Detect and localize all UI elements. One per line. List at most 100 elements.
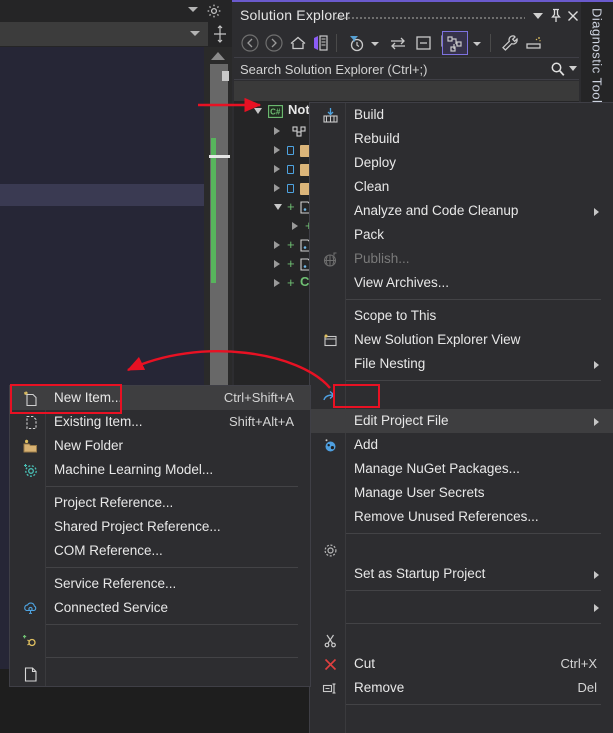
menu-item-build[interactable]: Build — [310, 103, 613, 127]
solution-explorer-options-icon[interactable] — [522, 31, 546, 55]
submenu-item-label: New Folder — [54, 438, 124, 453]
menu-item-label: Remove Unused References... — [354, 509, 539, 524]
menu-separator — [346, 299, 601, 300]
submenu-item-shared-project-reference[interactable]: Shared Project Reference... — [10, 515, 310, 539]
menu-separator — [346, 704, 601, 705]
add-submenu[interactable]: New Item... Ctrl+Shift+A Existing Item..… — [10, 386, 310, 686]
menu-item-view-archives[interactable]: View Archives... — [310, 271, 613, 295]
project-context-menu[interactable]: Build Rebuild Deploy Clean Analyze and C… — [310, 103, 613, 733]
globe-publish-icon — [322, 251, 339, 268]
menu-item-label: Add — [354, 437, 379, 452]
submenu-item-new-folder[interactable]: New Folder — [10, 434, 310, 458]
submenu-item-label: Service Reference... — [54, 576, 177, 591]
titlebar-dotted-separator — [335, 16, 525, 19]
preview-selected-items-button[interactable] — [442, 31, 468, 55]
diagnostic-tools-label: Diagnostic Tools — [589, 8, 605, 111]
chevron-down-icon[interactable] — [533, 13, 543, 19]
sync-with-active-document-icon[interactable] — [308, 31, 332, 55]
menu-item-label: Deploy — [354, 155, 397, 170]
menu-item-add[interactable]: Edit Project File — [310, 409, 613, 433]
home-icon[interactable] — [286, 31, 310, 55]
annotation-box-add — [333, 384, 380, 408]
menu-item-new-solution-explorer-view[interactable]: New Solution Explorer View — [310, 328, 613, 352]
menu-item-debug[interactable]: Set as Startup Project — [310, 562, 613, 586]
submenu-separator — [46, 624, 298, 625]
editor-dropdown-caret-icon[interactable] — [188, 7, 198, 12]
rename-icon — [322, 680, 339, 697]
search-icon[interactable] — [550, 61, 566, 77]
submenu-item-shortcut: Shift+Alt+A — [228, 414, 294, 429]
class-icon — [22, 633, 39, 650]
menu-item-git[interactable] — [310, 595, 613, 619]
menu-item-rename[interactable]: Remove Del — [310, 676, 613, 700]
submenu-item-class[interactable] — [10, 629, 310, 653]
submenu-item-label: Connected Service — [54, 600, 169, 615]
menu-item-set-as-startup-project[interactable] — [310, 538, 613, 562]
menu-item-sync-namespaces[interactable]: Remove Unused References... — [310, 505, 613, 529]
annotation-box-new-item — [10, 384, 122, 414]
forward-icon[interactable] — [262, 31, 286, 55]
nuget-icon — [322, 437, 339, 454]
close-icon[interactable] — [566, 8, 580, 24]
ml-model-icon — [22, 462, 39, 479]
submenu-separator — [46, 486, 298, 487]
menu-item-label: Remove — [354, 680, 405, 695]
menu-item-manage-user-secrets[interactable]: Manage NuGet Packages... — [310, 457, 613, 481]
navigation-dropdown[interactable] — [0, 22, 208, 46]
split-editor-icon[interactable] — [208, 22, 232, 46]
submenu-item-connected-service[interactable]: Connected Service — [10, 596, 310, 620]
submenu-item-shortcut: Ctrl+Shift+A — [223, 390, 294, 405]
submenu-item-label: Shared Project Reference... — [54, 519, 221, 534]
refresh-icon[interactable] — [386, 31, 410, 55]
menu-item-pack[interactable]: Pack — [310, 223, 613, 247]
menu-item-deploy[interactable]: Deploy — [310, 151, 613, 175]
menu-item-cut[interactable] — [310, 628, 613, 652]
menu-item-remove-unused-references[interactable]: Manage User Secrets — [310, 481, 613, 505]
submenu-arrow-icon — [594, 604, 599, 612]
menu-item-label: Build — [354, 107, 385, 122]
menu-item-label: Clean — [354, 179, 390, 194]
scroll-up-arrow-icon[interactable] — [211, 52, 225, 60]
filter-dropdown-caret-icon[interactable] — [368, 31, 382, 55]
back-icon[interactable] — [238, 31, 262, 55]
connected-service-icon — [22, 600, 39, 617]
search-options-caret-icon[interactable] — [569, 66, 577, 71]
menu-item-label: Analyze and Code Cleanup — [354, 203, 519, 218]
menu-item-scope-to-this[interactable]: Scope to This — [310, 304, 613, 328]
menu-item-publish: Publish... — [310, 247, 613, 271]
menu-item-rebuild[interactable]: Rebuild — [310, 127, 613, 151]
menu-separator — [346, 380, 601, 381]
submenu-item-machine-learning-model[interactable]: Machine Learning Model... — [10, 458, 310, 482]
view-dropdown-caret-icon[interactable] — [470, 31, 484, 55]
x-red-icon — [322, 656, 339, 673]
menu-item-manage-nuget-packages[interactable]: Add — [310, 433, 613, 457]
tree-item-project-row[interactable] — [234, 81, 579, 101]
menu-item-unload-project[interactable] — [310, 709, 613, 733]
pin-icon[interactable] — [549, 8, 563, 24]
submenu-item-new-editorconfig[interactable] — [10, 662, 310, 686]
submenu-separator — [46, 567, 298, 568]
menu-item-file-nesting[interactable]: File Nesting — [310, 352, 613, 376]
submenu-item-com-reference[interactable]: COM Reference... — [10, 539, 310, 563]
menu-item-label: Manage NuGet Packages... — [354, 461, 520, 476]
navigation-caret-icon[interactable] — [190, 31, 200, 36]
submenu-separator — [46, 657, 298, 658]
menu-item-clean[interactable]: Clean — [310, 175, 613, 199]
build-icon — [322, 107, 339, 124]
menu-item-label: New Solution Explorer View — [354, 332, 521, 347]
gear-icon[interactable] — [206, 3, 222, 19]
submenu-arrow-icon — [594, 418, 599, 426]
properties-wrench-icon[interactable] — [498, 31, 522, 55]
menu-item-remove[interactable]: Cut Ctrl+X — [310, 652, 613, 676]
menu-item-analyze-and-code-cleanup[interactable]: Analyze and Code Cleanup — [310, 199, 613, 223]
dependencies-icon — [292, 126, 306, 137]
menu-item-label: Pack — [354, 227, 385, 242]
menu-item-label: Scope to This — [354, 308, 437, 323]
collapse-all-icon[interactable] — [412, 31, 436, 55]
menu-item-label: Set as Startup Project — [354, 566, 486, 581]
scrollbar-marker — [222, 71, 229, 81]
submenu-item-project-reference[interactable]: Project Reference... — [10, 491, 310, 515]
pending-changes-filter-icon[interactable] — [344, 31, 368, 55]
search-placeholder: Search Solution Explorer (Ctrl+;) — [240, 62, 428, 77]
submenu-item-service-reference[interactable]: Service Reference... — [10, 572, 310, 596]
